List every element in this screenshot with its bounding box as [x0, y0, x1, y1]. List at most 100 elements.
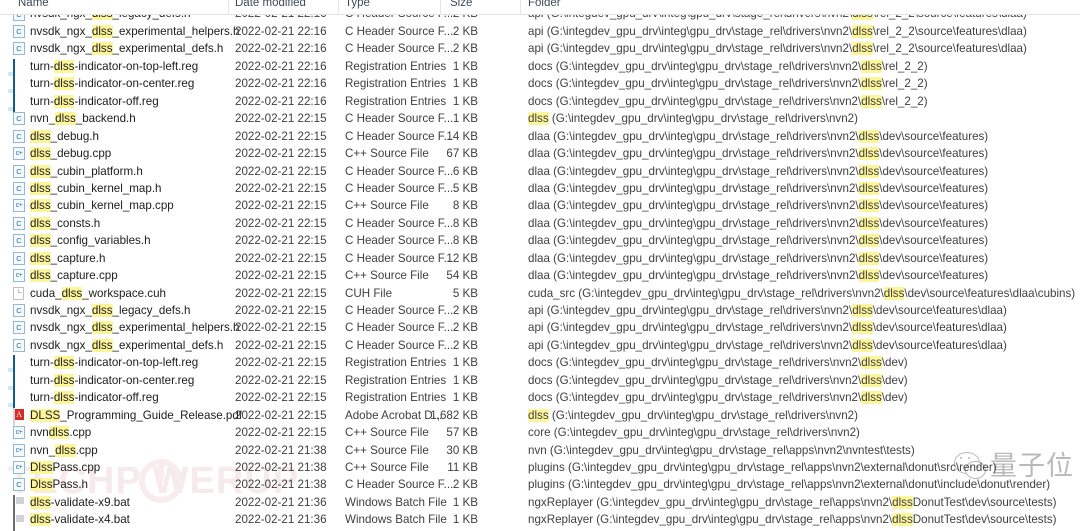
table-row[interactable]: Cdlss_debug.h 2022-02-21 22:15 C Header So…: [0, 128, 1080, 145]
file-name-cell[interactable]: dlss_config_variables.h: [30, 233, 151, 248]
file-name-cell[interactable]: turn-dlss-indicator-off.reg: [30, 94, 159, 109]
file-name-cell[interactable]: dlss_capture.cpp: [30, 268, 118, 283]
column-divider-type[interactable]: [440, 0, 441, 14]
table-row[interactable]: turn-dlss-indicator-off.reg 2022-02-21 22…: [0, 93, 1080, 113]
file-name-cell[interactable]: dlss_debug.cpp: [30, 146, 111, 161]
table-row[interactable]: c+ dlss_capture.cpp 2022-02-21 22:15 C++ So…: [0, 267, 1080, 284]
file-name-cell[interactable]: dlss-validate-x9.bat: [30, 495, 130, 510]
column-divider-name[interactable]: [228, 0, 229, 14]
column-header-date[interactable]: Date modified: [235, 0, 306, 9]
table-row[interactable]: Cdlss_consts.h 2022-02-21 22:15 C Header S…: [0, 215, 1080, 232]
column-header-size[interactable]: Size: [450, 0, 472, 9]
table-row[interactable]: Cdlss_config_variables.h 2022-02-21 22:15…: [0, 232, 1080, 249]
table-row[interactable]: c+ DlssPass.cpp 2022-02-21 21:38 C++ Source…: [0, 459, 1080, 476]
folder-path-cell[interactable]: api (G:\integdev_gpu_drv\integ\gpu_drv\s…: [528, 24, 1027, 39]
file-name-cell[interactable]: turn-dlss-indicator-on-top-left.reg: [30, 59, 198, 74]
folder-path-cell[interactable]: dlaa (G:\integdev_gpu_drv\integ\gpu_drv\…: [528, 146, 988, 161]
column-divider-date[interactable]: [338, 0, 339, 14]
column-header-folder[interactable]: Folder: [528, 0, 561, 9]
table-row[interactable]: cuda_dlss_workspace.cuh 2022-02-21 22:15 C…: [0, 285, 1080, 302]
table-row[interactable]: Cdlss_cubin_kernel_map.h 2022-02-21 22:15…: [0, 180, 1080, 197]
folder-path-cell[interactable]: docs (G:\integdev_gpu_drv\integ\gpu_drv\…: [528, 76, 928, 91]
file-name-cell[interactable]: nvndlss.cpp: [30, 425, 91, 440]
folder-path-cell[interactable]: dlaa (G:\integdev_gpu_drv\integ\gpu_drv\…: [528, 129, 988, 144]
file-name-cell[interactable]: turn-dlss-indicator-off.reg: [30, 390, 159, 405]
file-name-cell[interactable]: turn-dlss-indicator-on-center.reg: [30, 76, 194, 91]
folder-path-cell[interactable]: cuda_src (G:\integdev_gpu_drv\integ\gpu_…: [528, 286, 1075, 301]
folder-path-cell[interactable]: plugins (G:\integdev_gpu_drv\integ\gpu_d…: [528, 477, 1050, 492]
file-name-cell[interactable]: cuda_dlss_workspace.cuh: [30, 286, 166, 301]
table-row[interactable]: dlss-validate-x9.bat 2022-02-21 21:36 Wind…: [0, 494, 1080, 514]
table-row[interactable]: Cdlss_capture.h 2022-02-21 22:15 C Header …: [0, 250, 1080, 267]
column-header-type[interactable]: Type: [345, 0, 370, 9]
table-row[interactable]: Cnvsdk_ngx_dlss_legacy_defs.h 2022-02-21 …: [0, 15, 1080, 23]
folder-path-cell[interactable]: dlss (G:\integdev_gpu_drv\integ\gpu_drv\…: [528, 408, 858, 423]
file-name-cell[interactable]: DlssPass.cpp: [30, 460, 100, 475]
folder-path-cell[interactable]: dlaa (G:\integdev_gpu_drv\integ\gpu_drv\…: [528, 233, 988, 248]
file-name-cell[interactable]: dlss_debug.h: [30, 129, 99, 144]
folder-path-cell[interactable]: docs (G:\integdev_gpu_drv\integ\gpu_drv\…: [528, 94, 928, 109]
column-header-name[interactable]: Name: [18, 0, 49, 9]
file-name-cell[interactable]: dlss_cubin_kernel_map.cpp: [30, 198, 174, 213]
table-row[interactable]: Cnvsdk_ngx_dlss_experimental_helpers.h 20…: [0, 23, 1080, 40]
file-name-cell[interactable]: DlssPass.h: [30, 477, 88, 492]
folder-path-cell[interactable]: ngxReplayer (G:\integdev_gpu_drv\integ\g…: [528, 512, 1056, 527]
file-name-cell[interactable]: dlss-validate-x4.bat: [30, 512, 130, 527]
table-row[interactable]: c+ nvndlss.cpp 2022-02-21 22:15 C++ Source …: [0, 424, 1080, 441]
folder-path-cell[interactable]: api (G:\integdev_gpu_drv\integ\gpu_drv\s…: [528, 303, 1007, 318]
file-name-cell[interactable]: nvsdk_ngx_dlss_experimental_helpers.h: [30, 320, 239, 335]
table-row[interactable]: turn-dlss-indicator-off.reg 2022-02-21 22…: [0, 389, 1080, 410]
folder-path-cell[interactable]: dlaa (G:\integdev_gpu_drv\integ\gpu_drv\…: [528, 251, 988, 266]
file-name-cell[interactable]: DLSS_Programming_Guide_Release.pdf: [30, 408, 242, 423]
file-name-cell[interactable]: turn-dlss-indicator-on-center.reg: [30, 373, 194, 388]
file-name-cell[interactable]: nvsdk_ngx_dlss_experimental_defs.h: [30, 41, 223, 56]
folder-path-cell[interactable]: dlaa (G:\integdev_gpu_drv\integ\gpu_drv\…: [528, 198, 988, 213]
folder-path-cell[interactable]: api (G:\integdev_gpu_drv\integ\gpu_drv\s…: [528, 320, 1007, 335]
table-row[interactable]: DLSS_Programming_Guide_Release.pdf2022-0…: [0, 407, 1080, 427]
column-divider-size[interactable]: [520, 0, 521, 14]
table-row[interactable]: turn-dlss-indicator-on-center.reg 2022-02…: [0, 75, 1080, 96]
table-row[interactable]: Cnvsdk_ngx_dlss_legacy_defs.h 2022-02-21 …: [0, 302, 1080, 319]
file-name-cell[interactable]: nvn_dlss.cpp: [30, 443, 98, 458]
folder-path-cell[interactable]: api (G:\integdev_gpu_drv\integ\gpu_drv\s…: [528, 41, 1027, 56]
file-name-cell[interactable]: dlss_cubin_platform.h: [30, 164, 143, 179]
file-name-cell[interactable]: dlss_cubin_kernel_map.h: [30, 181, 162, 196]
folder-path-cell[interactable]: ngxReplayer (G:\integdev_gpu_drv\integ\g…: [528, 495, 1056, 510]
folder-path-cell[interactable]: api (G:\integdev_gpu_drv\integ\gpu_drv\s…: [528, 15, 1027, 21]
table-row[interactable]: dlss-validate-x4.bat 2022-02-21 21:36 Wind…: [0, 511, 1080, 531]
file-name-cell[interactable]: nvsdk_ngx_dlss_experimental_defs.h: [30, 338, 223, 353]
table-row[interactable]: turn-dlss-indicator-on-center.reg 2022-02…: [0, 372, 1080, 392]
table-row[interactable]: Cdlss_cubin_platform.h 2022-02-21 22:15 C …: [0, 163, 1080, 180]
table-row[interactable]: Cnvsdk_ngx_dlss_experimental_defs.h 2022-…: [0, 40, 1080, 57]
folder-path-cell[interactable]: docs (G:\integdev_gpu_drv\integ\gpu_drv\…: [528, 355, 908, 370]
table-row[interactable]: turn-dlss-indicator-on-top-left.reg 2022-…: [0, 58, 1080, 78]
folder-path-cell[interactable]: dlaa (G:\integdev_gpu_drv\integ\gpu_drv\…: [528, 268, 988, 283]
folder-path-cell[interactable]: dlaa (G:\integdev_gpu_drv\integ\gpu_drv\…: [528, 181, 988, 196]
table-row[interactable]: Cnvsdk_ngx_dlss_experimental_defs.h 2022-…: [0, 337, 1080, 354]
folder-path-cell[interactable]: dlaa (G:\integdev_gpu_drv\integ\gpu_drv\…: [528, 216, 988, 231]
table-row[interactable]: c+ nvn_dlss.cpp 2022-02-21 21:38 C++ Source…: [0, 442, 1080, 459]
file-name-cell[interactable]: nvsdk_ngx_dlss_legacy_defs.h: [30, 15, 191, 21]
table-row[interactable]: Cnvsdk_ngx_dlss_experimental_helpers.h 20…: [0, 319, 1080, 336]
c-header-icon: C: [13, 216, 25, 230]
folder-path-cell[interactable]: dlaa (G:\integdev_gpu_drv\integ\gpu_drv\…: [528, 164, 988, 179]
file-name-cell[interactable]: nvsdk_ngx_dlss_experimental_helpers.h: [30, 24, 239, 39]
folder-path-cell[interactable]: dlss (G:\integdev_gpu_drv\integ\gpu_drv\…: [528, 111, 858, 126]
table-row[interactable]: Cnvn_dlss_backend.h 2022-02-21 22:15 C Hea…: [0, 110, 1080, 127]
folder-path-cell[interactable]: docs (G:\integdev_gpu_drv\integ\gpu_drv\…: [528, 373, 908, 388]
file-name-cell[interactable]: nvn_dlss_backend.h: [30, 111, 136, 126]
folder-path-cell[interactable]: plugins (G:\integdev_gpu_drv\integ\gpu_d…: [528, 460, 997, 475]
folder-path-cell[interactable]: nvn (G:\integdev_gpu_drv\integ\gpu_drv\s…: [528, 443, 915, 458]
table-row[interactable]: c+ dlss_debug.cpp 2022-02-21 22:15 C++ Sour…: [0, 145, 1080, 162]
folder-path-cell[interactable]: core (G:\integdev_gpu_drv\integ\gpu_drv\…: [528, 425, 860, 440]
file-name-cell[interactable]: nvsdk_ngx_dlss_legacy_defs.h: [30, 303, 191, 318]
table-row[interactable]: C DlssPass.h 2022-02-21 21:38 C Header Sour…: [0, 476, 1080, 493]
file-name-cell[interactable]: dlss_capture.h: [30, 251, 105, 266]
file-name-cell[interactable]: dlss_consts.h: [30, 216, 100, 231]
folder-path-cell[interactable]: docs (G:\integdev_gpu_drv\integ\gpu_drv\…: [528, 390, 908, 405]
folder-path-cell[interactable]: docs (G:\integdev_gpu_drv\integ\gpu_drv\…: [528, 59, 928, 74]
table-row[interactable]: c+ dlss_cubin_kernel_map.cpp 2022-02-21 22…: [0, 197, 1080, 214]
folder-path-cell[interactable]: api (G:\integdev_gpu_drv\integ\gpu_drv\s…: [528, 338, 1007, 353]
file-name-cell[interactable]: turn-dlss-indicator-on-top-left.reg: [30, 355, 198, 370]
table-row[interactable]: turn-dlss-indicator-on-top-left.reg 2022-…: [0, 354, 1080, 375]
